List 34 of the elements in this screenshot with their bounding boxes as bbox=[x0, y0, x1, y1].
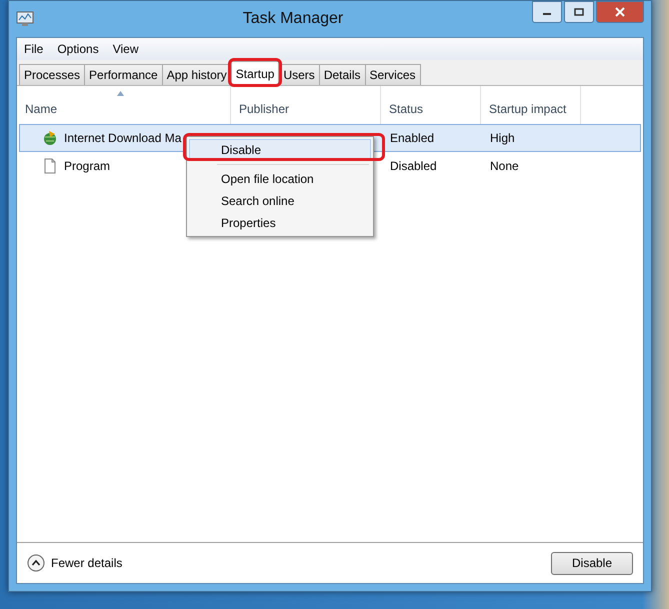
table-cell: Disabled bbox=[390, 159, 437, 173]
chevron-up-icon bbox=[27, 554, 45, 572]
window-title: Task Manager bbox=[242, 10, 344, 28]
column-header[interactable]: Name bbox=[25, 102, 58, 116]
menu-item[interactable]: View bbox=[106, 40, 146, 58]
context-menu-item[interactable]: Search online bbox=[189, 190, 371, 212]
menu-item[interactable]: File bbox=[17, 40, 50, 58]
table-cell: Program bbox=[64, 159, 110, 173]
close-button[interactable] bbox=[596, 1, 644, 23]
table-cell: High bbox=[490, 131, 515, 145]
sort-arrow-icon bbox=[117, 91, 124, 96]
maximize-button[interactable] bbox=[564, 1, 594, 23]
table-cell: Enabled bbox=[390, 131, 434, 145]
monitor-chart-icon bbox=[16, 11, 34, 27]
column-header[interactable]: Publisher bbox=[239, 102, 290, 116]
column-header[interactable]: Startup impact bbox=[489, 102, 566, 116]
table-cell: Internet Download Ma bbox=[64, 131, 182, 145]
file-icon bbox=[42, 158, 58, 174]
fewer-details-toggle[interactable]: Fewer details bbox=[27, 554, 122, 572]
table-cell: None bbox=[490, 159, 519, 173]
close-icon bbox=[615, 7, 625, 17]
minimize-button[interactable] bbox=[532, 1, 562, 23]
tab[interactable]: Processes bbox=[19, 64, 86, 85]
maximize-icon bbox=[574, 8, 584, 16]
tab[interactable]: Performance bbox=[84, 64, 163, 85]
tab[interactable]: App history bbox=[162, 64, 232, 85]
context-menu-item[interactable]: Open file location bbox=[189, 168, 371, 190]
disable-button[interactable]: Disable bbox=[551, 552, 633, 574]
menu-item[interactable]: Options bbox=[50, 40, 106, 58]
column-header[interactable]: Status bbox=[389, 102, 424, 116]
context-menu-item[interactable]: Properties bbox=[189, 212, 371, 234]
tab[interactable]: Startup bbox=[230, 61, 280, 85]
tab[interactable]: Services bbox=[364, 64, 421, 85]
tab[interactable]: Details bbox=[318, 64, 366, 85]
